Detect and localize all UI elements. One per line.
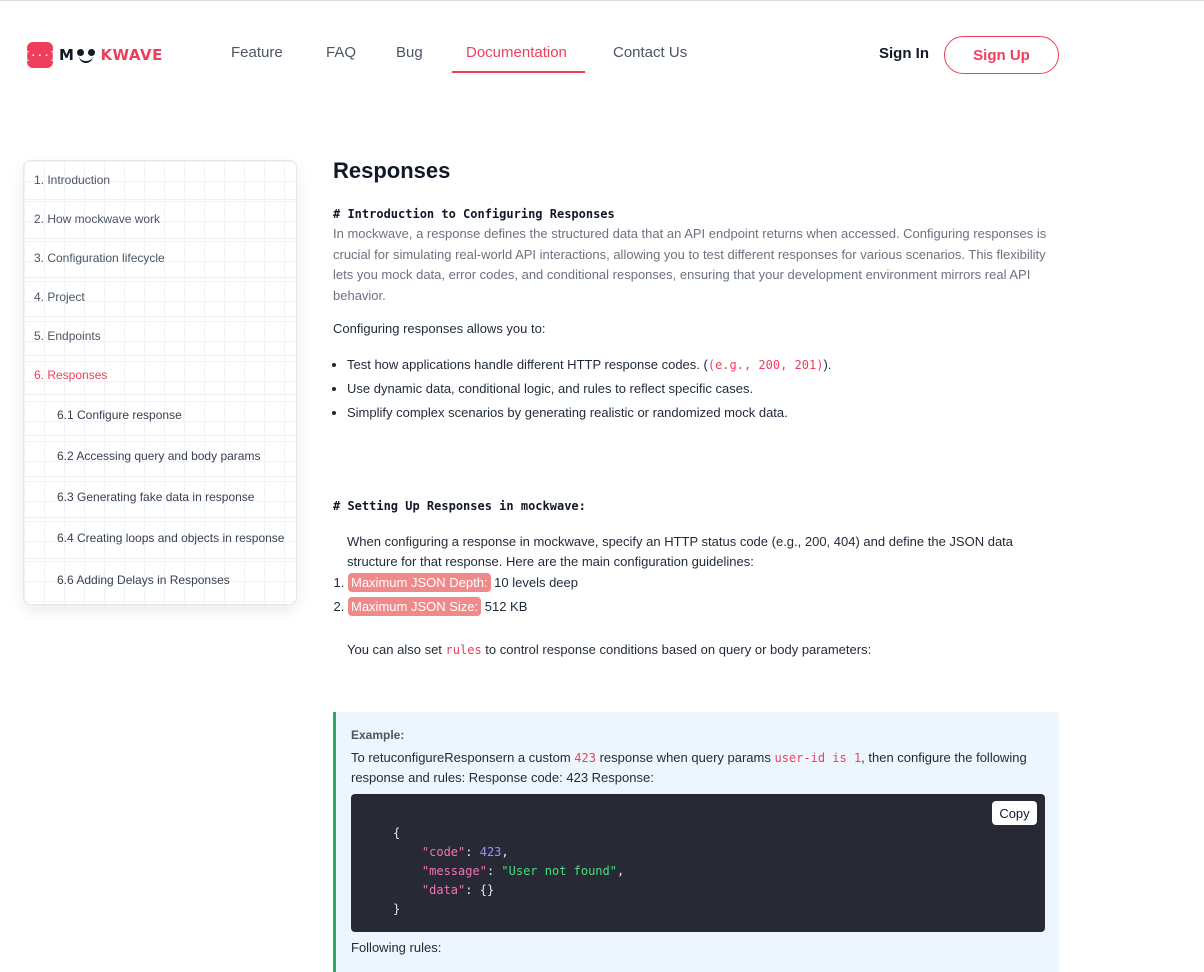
example-text: To retuconfigureResponsern a custom 423 … (351, 750, 1027, 785)
copy-button[interactable]: Copy (992, 801, 1037, 825)
intro-heading: # Introduction to Configuring Responses (333, 207, 615, 221)
allows-text: Configuring responses allows you to: (333, 321, 546, 336)
setup-paragraph: When configuring a response in mockwave,… (347, 534, 1014, 569)
list-item: Simplify complex scenarios by generating… (347, 403, 1067, 427)
sidebar-item-adding-delays[interactable]: 6.6 Adding Delays in Responses (24, 559, 296, 600)
inline-code: 423 (574, 751, 596, 765)
nav-contact-us[interactable]: Contact Us (613, 44, 687, 61)
sidebar-item-endpoints[interactable]: 5. Endpoints (24, 317, 296, 356)
capabilities-list: Test how applications handle different H… (333, 355, 1067, 427)
sidebar-item-introduction[interactable]: 1. Introduction (24, 161, 296, 200)
page-title: Responses (333, 158, 451, 183)
list-item: Maximum JSON Depth: 10 levels deep (348, 572, 578, 596)
sign-in-link[interactable]: Sign In (879, 45, 929, 62)
inline-code: rules (445, 643, 482, 657)
sidebar-item-fake-data[interactable]: 6.3 Generating fake data in response (24, 477, 296, 518)
list-item: Test how applications handle different H… (347, 355, 1067, 379)
intro-paragraph: In mockwave, a response defines the stru… (333, 226, 1047, 303)
rules-paragraph: You can also set rules to control respon… (347, 642, 872, 657)
docs-sidebar: 1. Introduction 2. How mockwave work 3. … (23, 160, 297, 605)
code-block: Copy { "code": 423, "message": "User not… (351, 794, 1045, 932)
sidebar-item-responses[interactable]: 6. Responses (24, 356, 296, 395)
limits-list: Maximum JSON Depth: 10 levels deep Maxim… (333, 572, 578, 620)
inline-code: user-id is 1 (774, 751, 862, 765)
logo-wordmark: M KWAVE (59, 46, 163, 64)
inline-code: (e.g., 200, 201) (707, 358, 824, 372)
logo-eyes-icon (74, 47, 100, 63)
sidebar-item-project[interactable]: 4. Project (24, 278, 296, 317)
nav-bug[interactable]: Bug (396, 44, 423, 61)
limit-badge: Maximum JSON Size: (348, 597, 482, 616)
list-item: Use dynamic data, conditional logic, and… (347, 379, 1067, 403)
top-border (0, 0, 1204, 1)
nav-documentation[interactable]: Documentation (466, 44, 567, 61)
nav-active-underline (452, 71, 585, 73)
code-content: { "code": 423, "message": "User not foun… (393, 826, 625, 916)
sidebar-item-configuration-lifecycle[interactable]: 3. Configuration lifecycle (24, 239, 296, 278)
nav-feature[interactable]: Feature (231, 44, 283, 61)
setup-heading: # Setting Up Responses in mockwave: (333, 499, 586, 513)
example-label: Example: (351, 728, 405, 742)
mockwave-logo[interactable]: {···} M KWAVE (23, 42, 163, 68)
logo-mark-icon: {···} (23, 42, 57, 68)
following-rules-text: Following rules: (351, 940, 442, 955)
sidebar-item-query-body-params[interactable]: 6.2 Accessing query and body params (24, 436, 296, 477)
sidebar-item-how-mockwave-works[interactable]: 2. How mockwave work (24, 200, 296, 239)
sidebar-item-configure-response[interactable]: 6.1 Configure response (24, 395, 296, 436)
limit-badge: Maximum JSON Depth: (348, 573, 491, 592)
list-item: Maximum JSON Size: 512 KB (348, 596, 578, 620)
sign-up-button[interactable]: Sign Up (944, 36, 1059, 74)
nav-faq[interactable]: FAQ (326, 44, 356, 61)
sidebar-item-loops-objects[interactable]: 6.4 Creating loops and objects in respon… (24, 518, 296, 559)
example-callout: Example: To retuconfigureResponsern a cu… (333, 712, 1059, 972)
